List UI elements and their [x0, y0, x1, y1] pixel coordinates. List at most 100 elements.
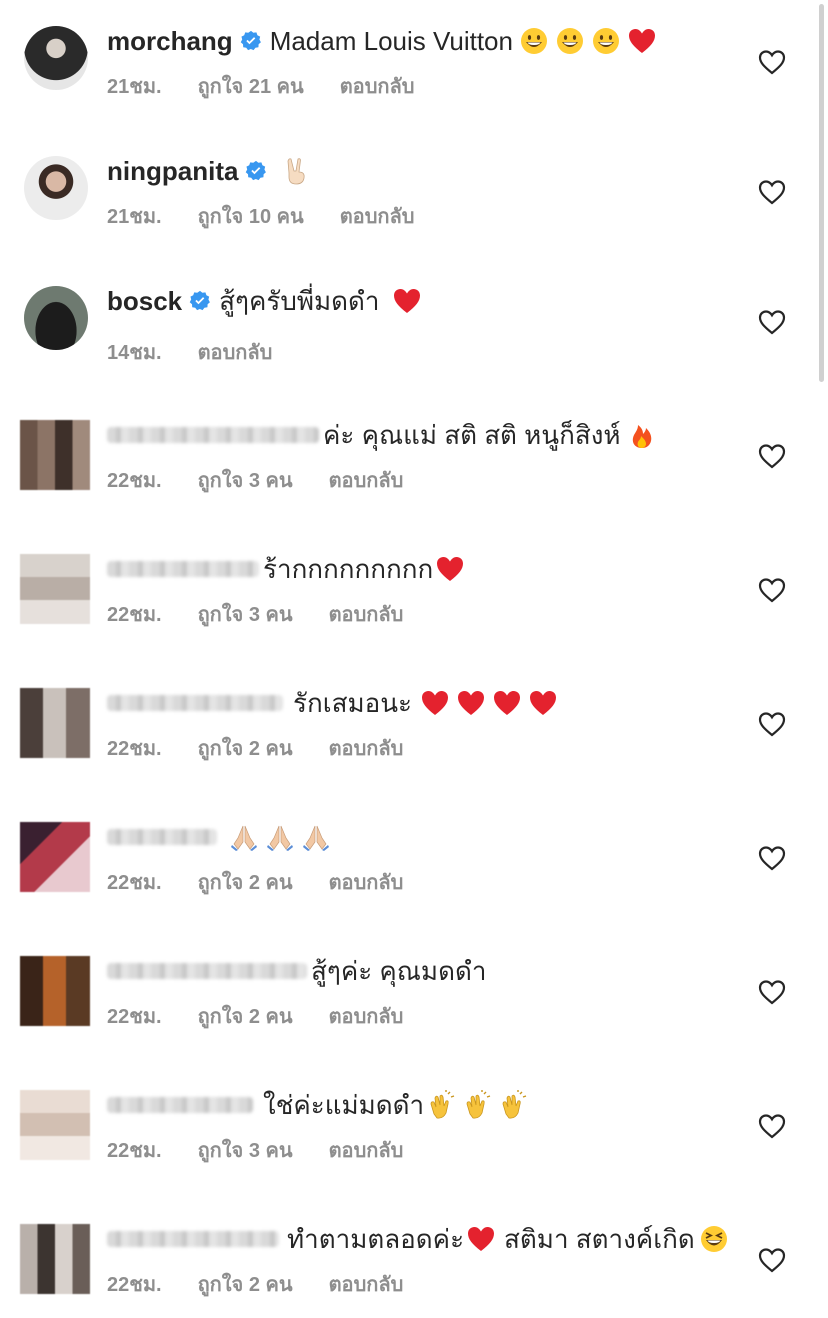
comment-time: 22ชม.	[107, 872, 162, 894]
blurred-username	[107, 829, 217, 845]
verified-badge-icon	[240, 30, 262, 52]
avatar[interactable]	[20, 420, 90, 490]
red-heart-emoji-icon	[456, 688, 486, 718]
grinning-emoji-icon	[555, 26, 585, 56]
clapping-hands-emoji-icon	[462, 1090, 492, 1120]
avatar[interactable]	[20, 688, 90, 758]
comment-likes[interactable]: ถูกใจ 3 คน	[198, 1134, 293, 1166]
verified-badge-icon	[245, 160, 267, 182]
grinning-emoji-icon	[519, 26, 549, 56]
comment-text: รักเสมอนะ	[293, 687, 412, 718]
reply-button[interactable]: ตอบกลับ	[329, 1000, 404, 1032]
comment-time: 22ชม.	[107, 604, 162, 626]
comment-item: ทำตามตลอดค่ะ สติมา สตางค์เกิด 22ชม. ถูกใ…	[0, 1198, 828, 1318]
avatar[interactable]	[20, 1090, 90, 1160]
avatar[interactable]	[24, 26, 88, 90]
avatar[interactable]	[24, 156, 88, 220]
comment-text: ร้ากกกกกกกกก	[263, 553, 434, 584]
comment-text: ใช่ค่ะแม่มดดำ	[263, 1089, 425, 1120]
clapping-hands-emoji-icon	[498, 1090, 528, 1120]
reply-button[interactable]: ตอบกลับ	[340, 200, 415, 232]
comment-time: 22ชม.	[107, 738, 162, 760]
scrollbar[interactable]	[819, 4, 824, 382]
comment-text: Madam Louis Vuitton	[269, 25, 513, 56]
like-heart-icon[interactable]	[758, 979, 786, 1005]
clapping-hands-emoji-icon	[426, 1090, 456, 1120]
like-heart-icon[interactable]	[758, 711, 786, 737]
comment-item: 22ชม. ถูกใจ 2 คน ตอบกลับ	[0, 796, 828, 916]
folded-hands-emoji-icon	[265, 822, 295, 852]
red-heart-emoji-icon	[466, 1224, 496, 1254]
comment-time: 14ชม.	[107, 342, 162, 364]
comment-text: สู้ๆค่ะ คุณมดดำ	[311, 955, 487, 986]
comment-text-2: สติมา สตางค์เกิด	[504, 1223, 695, 1254]
comment-likes[interactable]: ถูกใจ 3 คน	[198, 464, 293, 496]
comment-item: รักเสมอนะ 22ชม. ถูกใจ 2 คน ตอบกลับ	[0, 662, 828, 782]
like-heart-icon[interactable]	[758, 1113, 786, 1139]
comment-item: ร้ากกกกกกกกก 22ชม. ถูกใจ 3 คน ตอบกลับ	[0, 528, 828, 648]
folded-hands-emoji-icon	[301, 822, 331, 852]
red-heart-emoji-icon	[392, 286, 422, 316]
comment-likes[interactable]: ถูกใจ 10 คน	[198, 200, 304, 232]
comment-time: 22ชม.	[107, 1274, 162, 1296]
comment-text: ทำตามตลอดค่ะ	[287, 1223, 465, 1254]
comment-username[interactable]: ningpanita	[107, 156, 238, 187]
comment-text: สู้ๆครับพี่มดดำ	[219, 285, 380, 316]
comment-time: 21ชม.	[107, 76, 162, 98]
comment-item: ใช่ค่ะแม่มดดำ 22ชม. ถูกใจ 3 คน ตอบกลับ	[0, 1064, 828, 1184]
comment-username[interactable]: bosck	[107, 286, 182, 317]
comment-item: ค่ะ คุณแม่ สติ สติ หนูก็สิงห์ 22ชม. ถูกใ…	[0, 394, 828, 514]
red-heart-emoji-icon	[492, 688, 522, 718]
verified-badge-icon	[189, 290, 211, 312]
like-heart-icon[interactable]	[758, 845, 786, 871]
avatar[interactable]	[24, 286, 88, 350]
comment-item: bosck สู้ๆครับพี่มดดำ 14ชม. ตอบกลับ	[0, 260, 828, 380]
blurred-username	[107, 963, 307, 979]
avatar[interactable]	[20, 554, 90, 624]
comment-likes[interactable]: ถูกใจ 2 คน	[198, 1000, 293, 1032]
reply-button[interactable]: ตอบกลับ	[329, 1268, 404, 1300]
like-heart-icon[interactable]	[758, 309, 786, 335]
like-heart-icon[interactable]	[758, 443, 786, 469]
grinning-emoji-icon	[591, 26, 621, 56]
comment-item: morchang Madam Louis Vuitton 21ชม. ถูกใจ…	[0, 0, 828, 120]
comment-username[interactable]: morchang	[107, 26, 233, 57]
reply-button[interactable]: ตอบกลับ	[329, 732, 404, 764]
comment-time: 22ชม.	[107, 1140, 162, 1162]
fire-emoji-icon	[627, 420, 657, 450]
comment-likes[interactable]: ถูกใจ 3 คน	[198, 598, 293, 630]
reply-button[interactable]: ตอบกลับ	[340, 70, 415, 102]
like-heart-icon[interactable]	[758, 179, 786, 205]
blurred-username	[107, 695, 283, 711]
comment-item: ningpanita 21ชม. ถูกใจ 10 คน ตอบกลับ	[0, 130, 828, 250]
comment-likes[interactable]: ถูกใจ 2 คน	[198, 866, 293, 898]
like-heart-icon[interactable]	[758, 577, 786, 603]
like-heart-icon[interactable]	[758, 49, 786, 75]
peace-hand-emoji-icon	[281, 156, 311, 186]
comment-text: ค่ะ คุณแม่ สติ สติ หนูก็สิงห์	[323, 419, 621, 450]
comment-likes[interactable]: ถูกใจ 2 คน	[198, 1268, 293, 1300]
reply-button[interactable]: ตอบกลับ	[329, 1134, 404, 1166]
red-heart-emoji-icon	[420, 688, 450, 718]
avatar[interactable]	[20, 822, 90, 892]
reply-button[interactable]: ตอบกลับ	[198, 336, 273, 368]
avatar[interactable]	[20, 1224, 90, 1294]
folded-hands-emoji-icon	[229, 822, 259, 852]
reply-button[interactable]: ตอบกลับ	[329, 866, 404, 898]
avatar[interactable]	[20, 956, 90, 1026]
reply-button[interactable]: ตอบกลับ	[329, 598, 404, 630]
comment-time: 22ชม.	[107, 470, 162, 492]
red-heart-emoji-icon	[435, 554, 465, 584]
laughing-emoji-icon	[699, 1224, 729, 1254]
blurred-username	[107, 1231, 279, 1247]
red-heart-emoji-icon	[528, 688, 558, 718]
like-heart-icon[interactable]	[758, 1247, 786, 1273]
blurred-username	[107, 561, 259, 577]
comment-time: 22ชม.	[107, 1006, 162, 1028]
comment-time: 21ชม.	[107, 206, 162, 228]
comment-likes[interactable]: ถูกใจ 2 คน	[198, 732, 293, 764]
red-heart-emoji-icon	[627, 26, 657, 56]
blurred-username	[107, 427, 319, 443]
reply-button[interactable]: ตอบกลับ	[329, 464, 404, 496]
comment-likes[interactable]: ถูกใจ 21 คน	[198, 70, 304, 102]
